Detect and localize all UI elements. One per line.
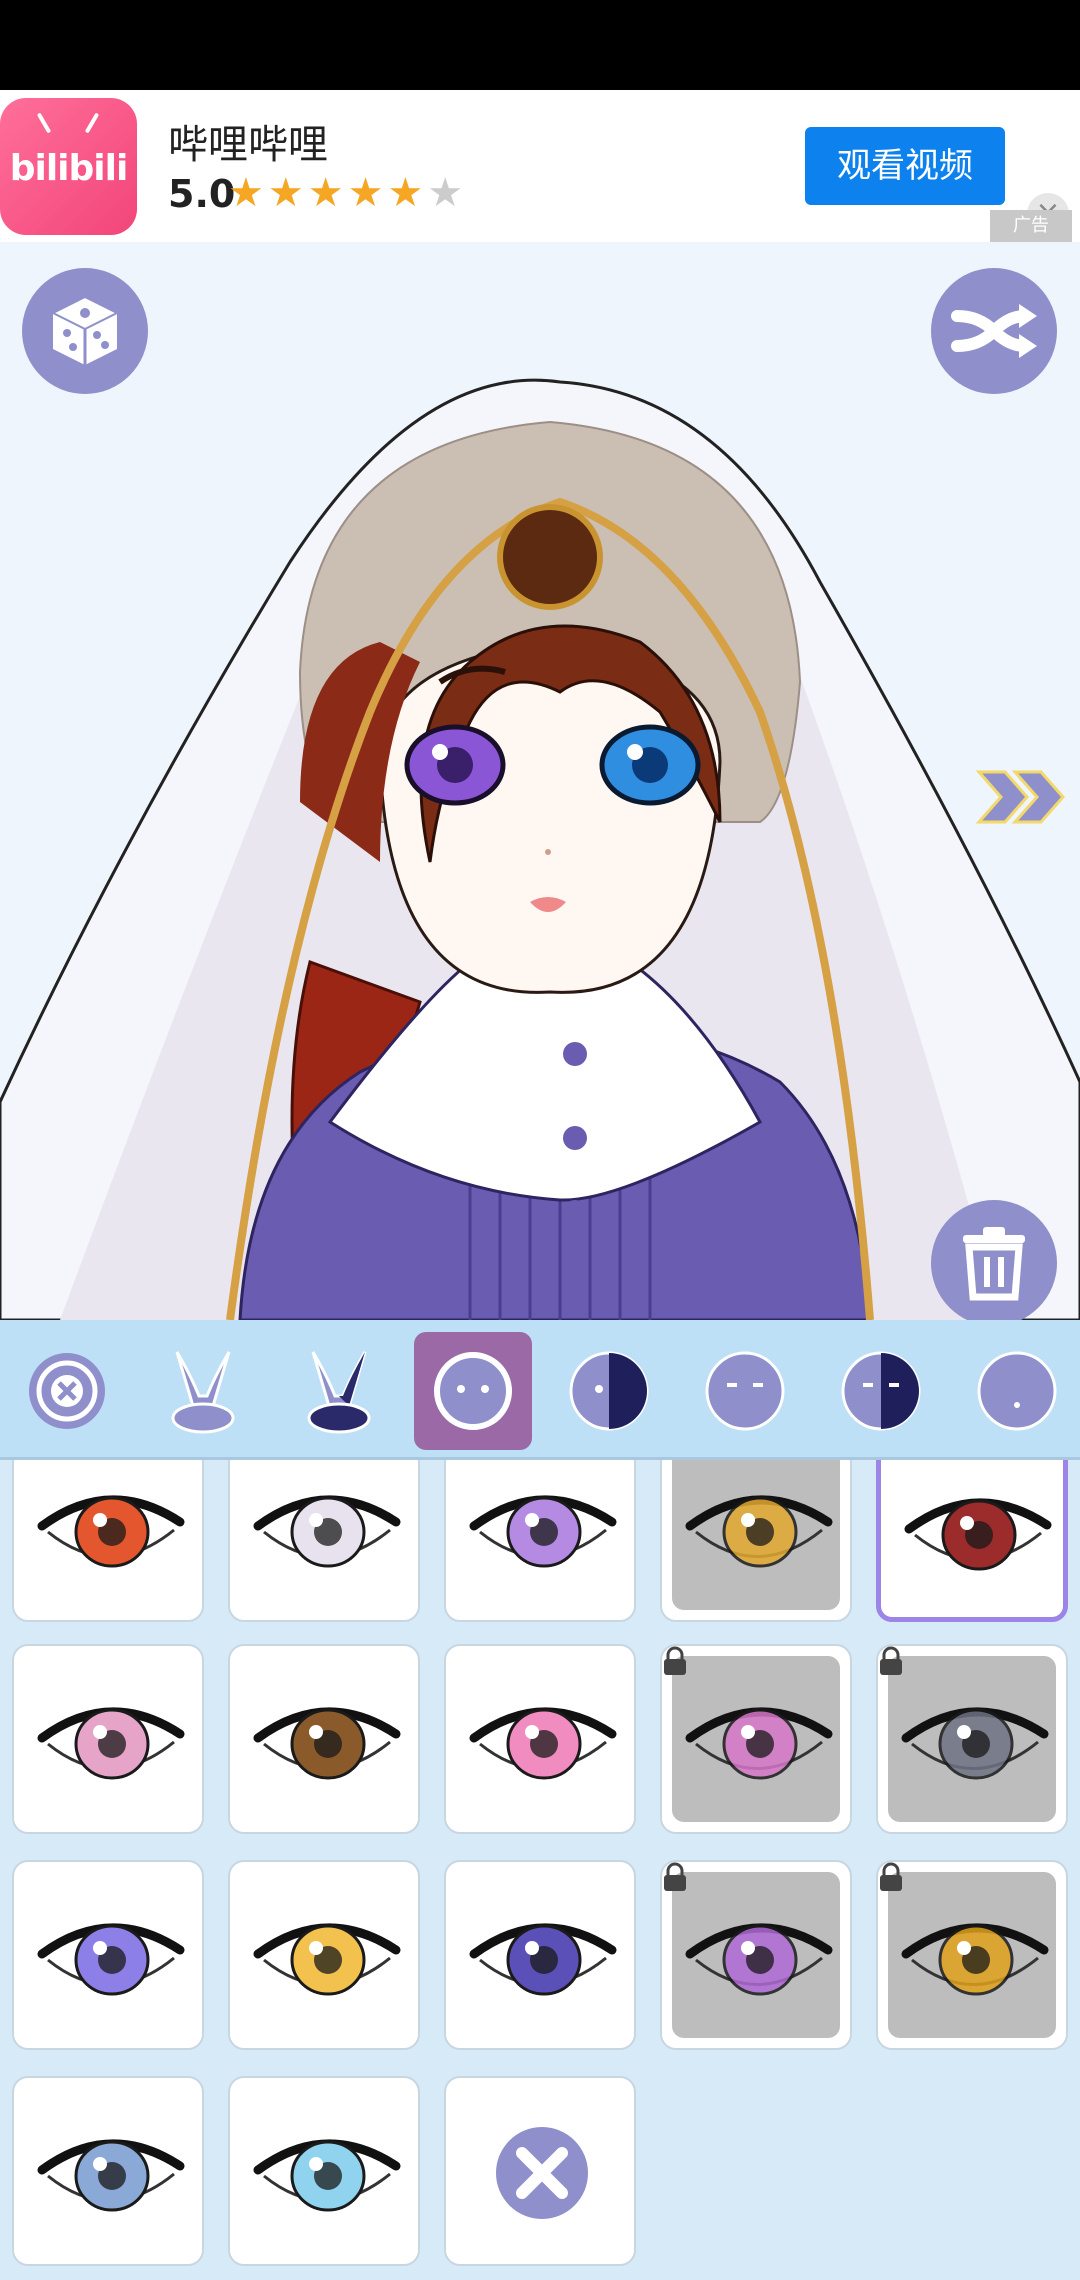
ad-app-name: 哔哩哔哩 <box>168 122 328 168</box>
eye-preview-icon <box>685 1707 833 1780</box>
half-face-icon <box>569 1351 649 1431</box>
eye-preview-icon <box>253 1923 401 1996</box>
eye-options-grid <box>0 1460 1080 2280</box>
star-icon: ★ <box>307 170 348 216</box>
star-icon: ★ <box>427 170 468 216</box>
eye-option[interactable] <box>228 2076 420 2266</box>
eye-option[interactable] <box>12 1860 204 2050</box>
eye-preview-icon <box>901 1923 1049 1996</box>
tab-eyebrows[interactable] <box>686 1332 804 1450</box>
eye-option[interactable] <box>12 1644 204 1834</box>
lock-icon <box>664 1862 686 1891</box>
close-icon <box>496 2127 588 2219</box>
eye-option[interactable] <box>12 1460 204 1622</box>
delete-button[interactable] <box>931 1200 1057 1320</box>
lock-icon <box>880 1646 902 1675</box>
eye-option[interactable] <box>660 1644 852 1834</box>
shuffle-icon <box>951 304 1037 358</box>
half-brow-icon <box>841 1351 921 1431</box>
eye-option[interactable] <box>228 1860 420 2050</box>
eye-option[interactable] <box>876 1860 1068 2050</box>
eye-option[interactable] <box>12 2076 204 2266</box>
eye-preview-icon <box>37 2139 185 2212</box>
tab-half-brow[interactable] <box>822 1332 940 1450</box>
star-icon: ★ <box>228 170 268 216</box>
eyebrows-icon <box>705 1351 785 1431</box>
star-icon: ★ <box>267 170 308 216</box>
eye-preview-icon <box>253 2139 401 2212</box>
eye-option[interactable] <box>876 1644 1068 1834</box>
star-icon: ★ <box>347 170 388 216</box>
eye-preview-icon <box>685 1495 833 1568</box>
eye-preview-icon <box>253 1707 401 1780</box>
tab-eyes[interactable] <box>414 1332 532 1450</box>
eye-option[interactable] <box>444 1860 636 2050</box>
eye-option[interactable] <box>660 1460 852 1622</box>
star-icon: ★ <box>387 170 428 216</box>
eye-option[interactable] <box>660 1860 852 2050</box>
clear-eyes-option[interactable] <box>444 2076 636 2266</box>
eye-option[interactable] <box>444 1644 636 1834</box>
tab-mouth[interactable] <box>958 1332 1076 1450</box>
double-chevron-right-icon[interactable] <box>975 762 1065 832</box>
bunny-ears-dark-icon <box>307 1351 371 1434</box>
ad-rating: 5.0 <box>168 172 236 216</box>
eye-preview-icon <box>37 1707 185 1780</box>
eye-preview-icon <box>469 1923 617 1996</box>
random-dice-button[interactable] <box>22 268 148 394</box>
eye-option[interactable] <box>228 1644 420 1834</box>
rating-stars: ★★★★★★ <box>228 170 467 216</box>
eye-option[interactable] <box>876 1460 1068 1622</box>
eye-preview-icon <box>469 1707 617 1780</box>
eyes-icon <box>434 1352 512 1430</box>
tab-none[interactable] <box>8 1332 126 1450</box>
lock-icon <box>664 1646 686 1675</box>
eye-preview-icon <box>37 1495 185 1568</box>
bilibili-logo[interactable]: bilibili <box>0 98 137 235</box>
eye-preview-icon <box>904 1498 1052 1571</box>
eye-preview-icon <box>901 1707 1049 1780</box>
lock-icon <box>880 1862 902 1891</box>
ad-tag: 广告 <box>990 210 1072 242</box>
eye-preview-icon <box>37 1923 185 1996</box>
shuffle-button[interactable] <box>931 268 1057 394</box>
eye-preview-icon <box>469 1495 617 1568</box>
character-illustration <box>0 378 1080 1320</box>
eye-preview-icon <box>253 1495 401 1568</box>
watch-video-button[interactable]: 观看视频 <box>805 127 1005 205</box>
tab-bunny-ears[interactable] <box>144 1332 262 1450</box>
mouth-icon <box>977 1351 1057 1431</box>
dice-icon <box>50 295 120 365</box>
trash-icon <box>963 1227 1025 1301</box>
character-preview <box>0 242 1080 1320</box>
eye-option[interactable] <box>444 1460 636 1622</box>
category-tab-bar <box>0 1320 1080 1460</box>
tab-half-face[interactable] <box>550 1332 668 1450</box>
eye-option[interactable] <box>228 1460 420 1622</box>
bunny-ears-icon <box>171 1351 235 1434</box>
tab-bunny-ears-dark[interactable] <box>280 1332 398 1450</box>
status-bar <box>0 0 1080 90</box>
ad-banner[interactable]: bilibili 哔哩哔哩 5.0 ★★★★★★ 观看视频 × <box>0 90 1080 242</box>
eye-preview-icon <box>685 1923 833 1996</box>
logo-text: bilibili <box>9 148 129 189</box>
eye-off-icon <box>29 1353 105 1429</box>
